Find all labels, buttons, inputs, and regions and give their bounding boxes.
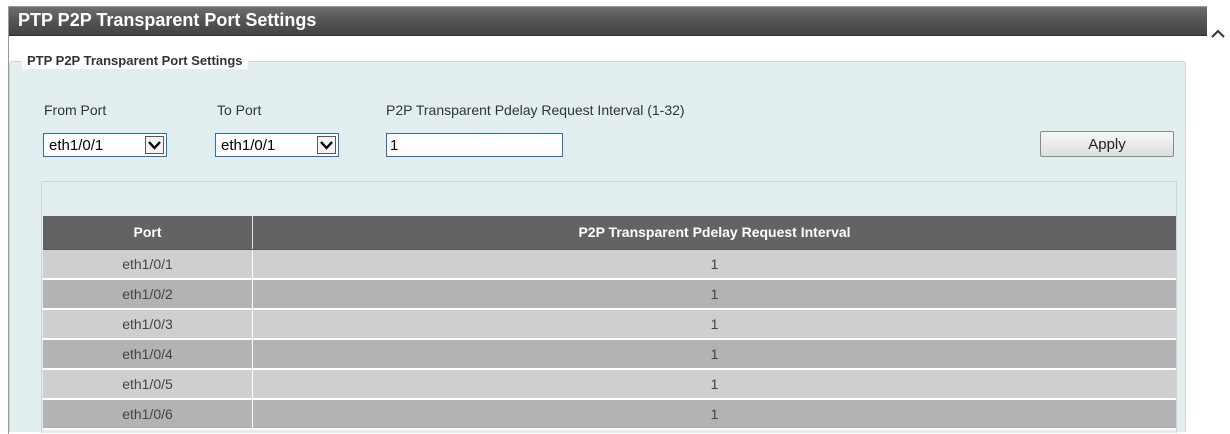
to-port-label: To Port: [217, 102, 262, 118]
port-cell: eth1/0/1: [43, 250, 253, 278]
table-row: eth1/0/2 1: [43, 280, 1176, 310]
port-cell: eth1/0/4: [43, 340, 253, 368]
to-port-select-value: eth1/0/1: [221, 137, 276, 154]
table-row: eth1/0/5 1: [43, 370, 1176, 400]
port-cell: eth1/0/2: [43, 280, 253, 308]
interval-label: P2P Transparent Pdelay Request Interval …: [386, 102, 685, 118]
page-title-bar: PTP P2P Transparent Port Settings: [9, 7, 1207, 36]
table-row: eth1/0/1 1: [43, 250, 1176, 280]
table-row: eth1/0/4 1: [43, 340, 1176, 370]
from-port-select-value: eth1/0/1: [49, 137, 104, 154]
chevron-down-icon: [145, 136, 164, 154]
port-cell: eth1/0/5: [43, 370, 253, 398]
page-title: PTP P2P Transparent Port Settings: [18, 10, 317, 30]
from-port-select[interactable]: eth1/0/1: [43, 133, 167, 157]
chevron-down-icon: [317, 136, 336, 154]
settings-panel-legend: PTP P2P Transparent Port Settings: [22, 53, 248, 69]
from-port-label: From Port: [44, 102, 107, 118]
table-body: eth1/0/1 1 eth1/0/2 1 eth1/0/3 1 eth1/0/…: [43, 250, 1176, 430]
interval-cell: 1: [710, 346, 719, 362]
interval-cell: 1: [710, 256, 719, 272]
vertical-scrollbar[interactable]: [1210, 48, 1226, 433]
interval-cell: 1: [710, 406, 719, 422]
apply-button[interactable]: Apply: [1040, 131, 1174, 157]
to-port-select[interactable]: eth1/0/1: [215, 133, 339, 157]
column-header-interval: P2P Transparent Pdelay Request Interval: [578, 224, 851, 240]
scroll-up-icon[interactable]: [1210, 24, 1226, 44]
port-cell: eth1/0/6: [43, 400, 253, 428]
interval-cell: 1: [710, 316, 719, 332]
interval-input[interactable]: [386, 133, 563, 157]
interval-cell: 1: [710, 286, 719, 302]
interval-cell: 1: [710, 376, 719, 392]
port-cell: eth1/0/3: [43, 310, 253, 338]
table-row: eth1/0/3 1: [43, 310, 1176, 340]
table-header: Port P2P Transparent Pdelay Request Inte…: [43, 216, 1176, 250]
table-row: eth1/0/6 1: [43, 400, 1176, 430]
column-header-port: Port: [43, 216, 253, 249]
